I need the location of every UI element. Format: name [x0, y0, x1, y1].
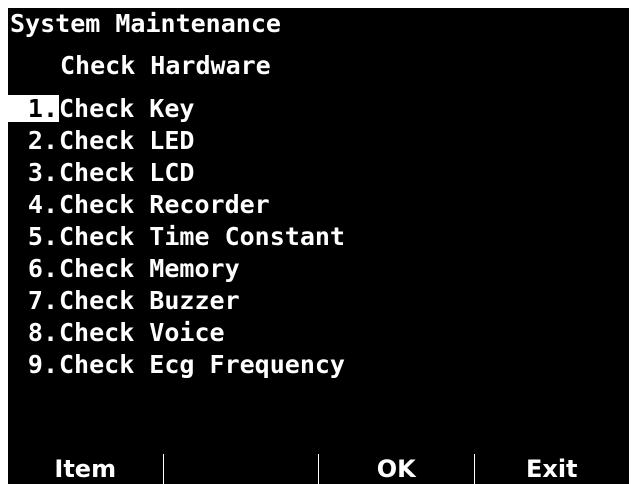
menu-item-number: 1. [8, 94, 59, 122]
menu-item-label: Check Key [59, 93, 195, 123]
screen-title: System Maintenance [10, 9, 281, 38]
menu-item-label: Check Recorder [59, 189, 270, 219]
menu-item-check-buzzer[interactable]: 7. Check Buzzer [8, 284, 345, 316]
menu-item-check-key[interactable]: 1. Check Key [8, 92, 345, 124]
menu-item-check-time-constant[interactable]: 5. Check Time Constant [8, 220, 345, 252]
menu-item-number: 4. [27, 189, 58, 219]
softkey-exit[interactable]: Exit [474, 454, 629, 484]
screen-subtitle: Check Hardware [60, 51, 271, 80]
menu-item-number: 3. [27, 157, 58, 187]
softkey-ok[interactable]: OK [319, 454, 474, 484]
menu-item-label: Check LED [59, 125, 195, 155]
menu-item-number: 8. [27, 317, 58, 347]
menu-item-number: 5. [27, 221, 58, 251]
softkey-item[interactable]: Item [8, 454, 163, 484]
lcd-screen: System Maintenance Check Hardware 1. Che… [8, 8, 629, 484]
menu-item-label: Check Memory [59, 253, 240, 283]
menu-item-label: Check Time Constant [59, 221, 345, 251]
menu-item-label: Check LCD [59, 157, 195, 187]
menu-item-check-led[interactable]: 2. Check LED [8, 124, 345, 156]
menu-item-check-memory[interactable]: 6. Check Memory [8, 252, 345, 284]
menu-item-label: Check Buzzer [59, 285, 240, 315]
menu-item-number: 2. [27, 125, 58, 155]
hardware-check-menu: 1. Check Key 2. Check LED 3. Check LCD 4… [8, 92, 345, 380]
menu-item-check-lcd[interactable]: 3. Check LCD [8, 156, 345, 188]
menu-item-number: 6. [27, 253, 58, 283]
menu-item-number: 7. [27, 285, 58, 315]
softkey-bar: Item OK Exit [8, 454, 629, 484]
menu-item-number: 9. [27, 349, 58, 379]
menu-item-check-ecg-frequency[interactable]: 9. Check Ecg Frequency [8, 348, 345, 380]
menu-item-label: Check Ecg Frequency [59, 349, 345, 379]
menu-item-check-voice[interactable]: 8. Check Voice [8, 316, 345, 348]
softkey-blank[interactable] [163, 454, 318, 484]
menu-item-label: Check Voice [59, 317, 225, 347]
menu-item-check-recorder[interactable]: 4. Check Recorder [8, 188, 345, 220]
